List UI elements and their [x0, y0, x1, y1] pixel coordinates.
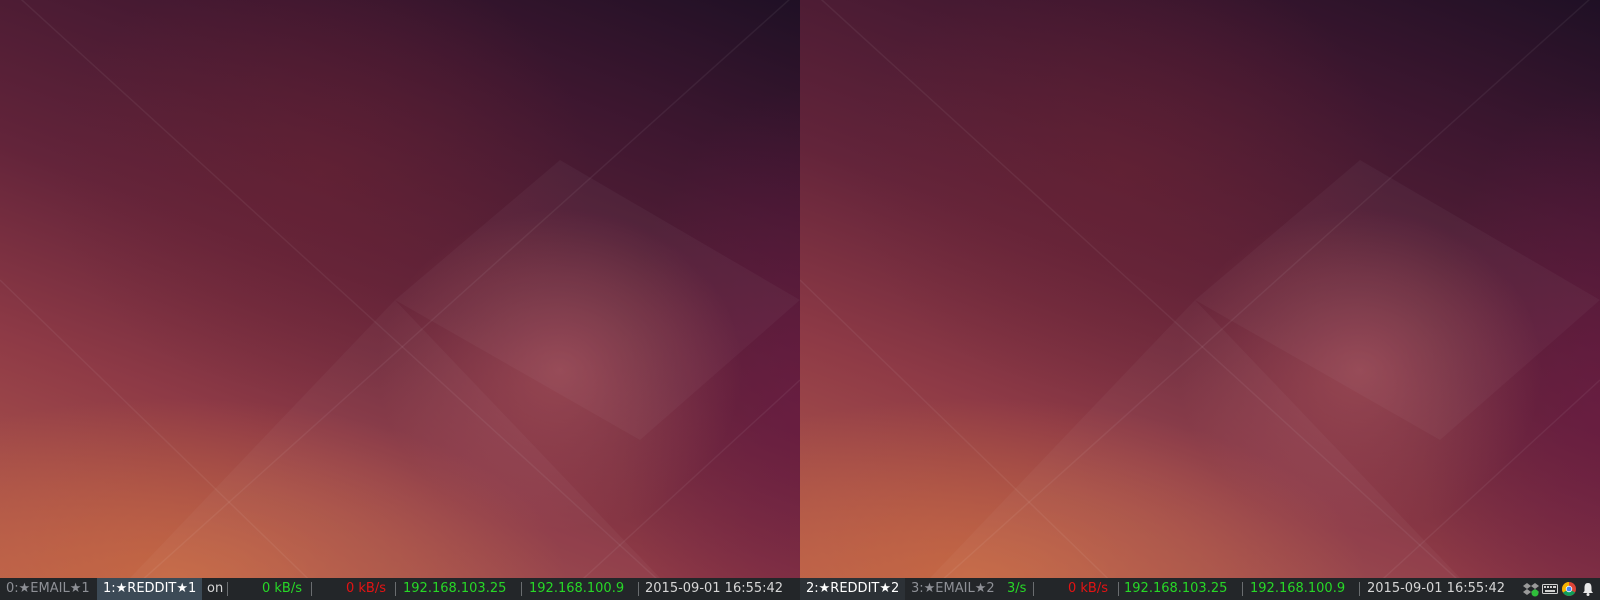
separator [395, 582, 396, 596]
chrome-icon[interactable] [1561, 581, 1577, 597]
separator [1033, 582, 1034, 596]
status-bar-right: 2:★REDDIT★2 3:★EMAIL★2 3/s 0 kB/s 192.16… [800, 578, 1600, 600]
separator [1242, 582, 1243, 596]
keyboard-icon[interactable] [1542, 581, 1558, 597]
ip-address-2: 192.168.100.9 [1250, 581, 1346, 596]
ip-address-2: 192.168.100.9 [529, 581, 625, 596]
ip-address-1: 192.168.103.25 [1124, 581, 1228, 596]
desktop-wallpaper [800, 0, 1600, 578]
clock: 2015-09-01 16:55:42 [645, 581, 784, 596]
workspace-button-2[interactable]: 2:★REDDIT★2 [800, 578, 906, 600]
workspace-button-0[interactable]: 0:★EMAIL★1 [2, 578, 94, 600]
separator [521, 582, 522, 596]
wallpaper-pattern [800, 0, 1600, 578]
notification-bell-icon[interactable] [1580, 581, 1596, 597]
separator [1359, 582, 1360, 596]
separator [311, 582, 312, 596]
workspace-button-1[interactable]: 1:★REDDIT★1 [97, 578, 203, 600]
dropbox-icon[interactable] [1523, 581, 1539, 597]
workspace-button-3[interactable]: 3:★EMAIL★2 [907, 578, 999, 600]
ip-address-1: 192.168.103.25 [403, 581, 507, 596]
wallpaper-pattern [0, 0, 800, 578]
window-title: on [207, 581, 224, 596]
separator [638, 582, 639, 596]
separator [1118, 582, 1119, 596]
status-bar-left: 0:★EMAIL★1 1:★REDDIT★1 on 0 kB/s 0 kB/s … [0, 578, 800, 600]
net-upload-rate: 0 kB/s [262, 581, 303, 596]
desktop-wallpaper [0, 0, 800, 578]
separator [227, 582, 228, 596]
screen-right: 2:★REDDIT★2 3:★EMAIL★2 3/s 0 kB/s 192.16… [800, 0, 1600, 600]
net-upload-rate: 3/s [1007, 581, 1027, 596]
screen-left: 0:★EMAIL★1 1:★REDDIT★1 on 0 kB/s 0 kB/s … [0, 0, 800, 600]
net-download-rate: 0 kB/s [1068, 581, 1109, 596]
clock: 2015-09-01 16:55:42 [1367, 581, 1506, 596]
net-download-rate: 0 kB/s [346, 581, 387, 596]
system-tray [1523, 578, 1596, 600]
